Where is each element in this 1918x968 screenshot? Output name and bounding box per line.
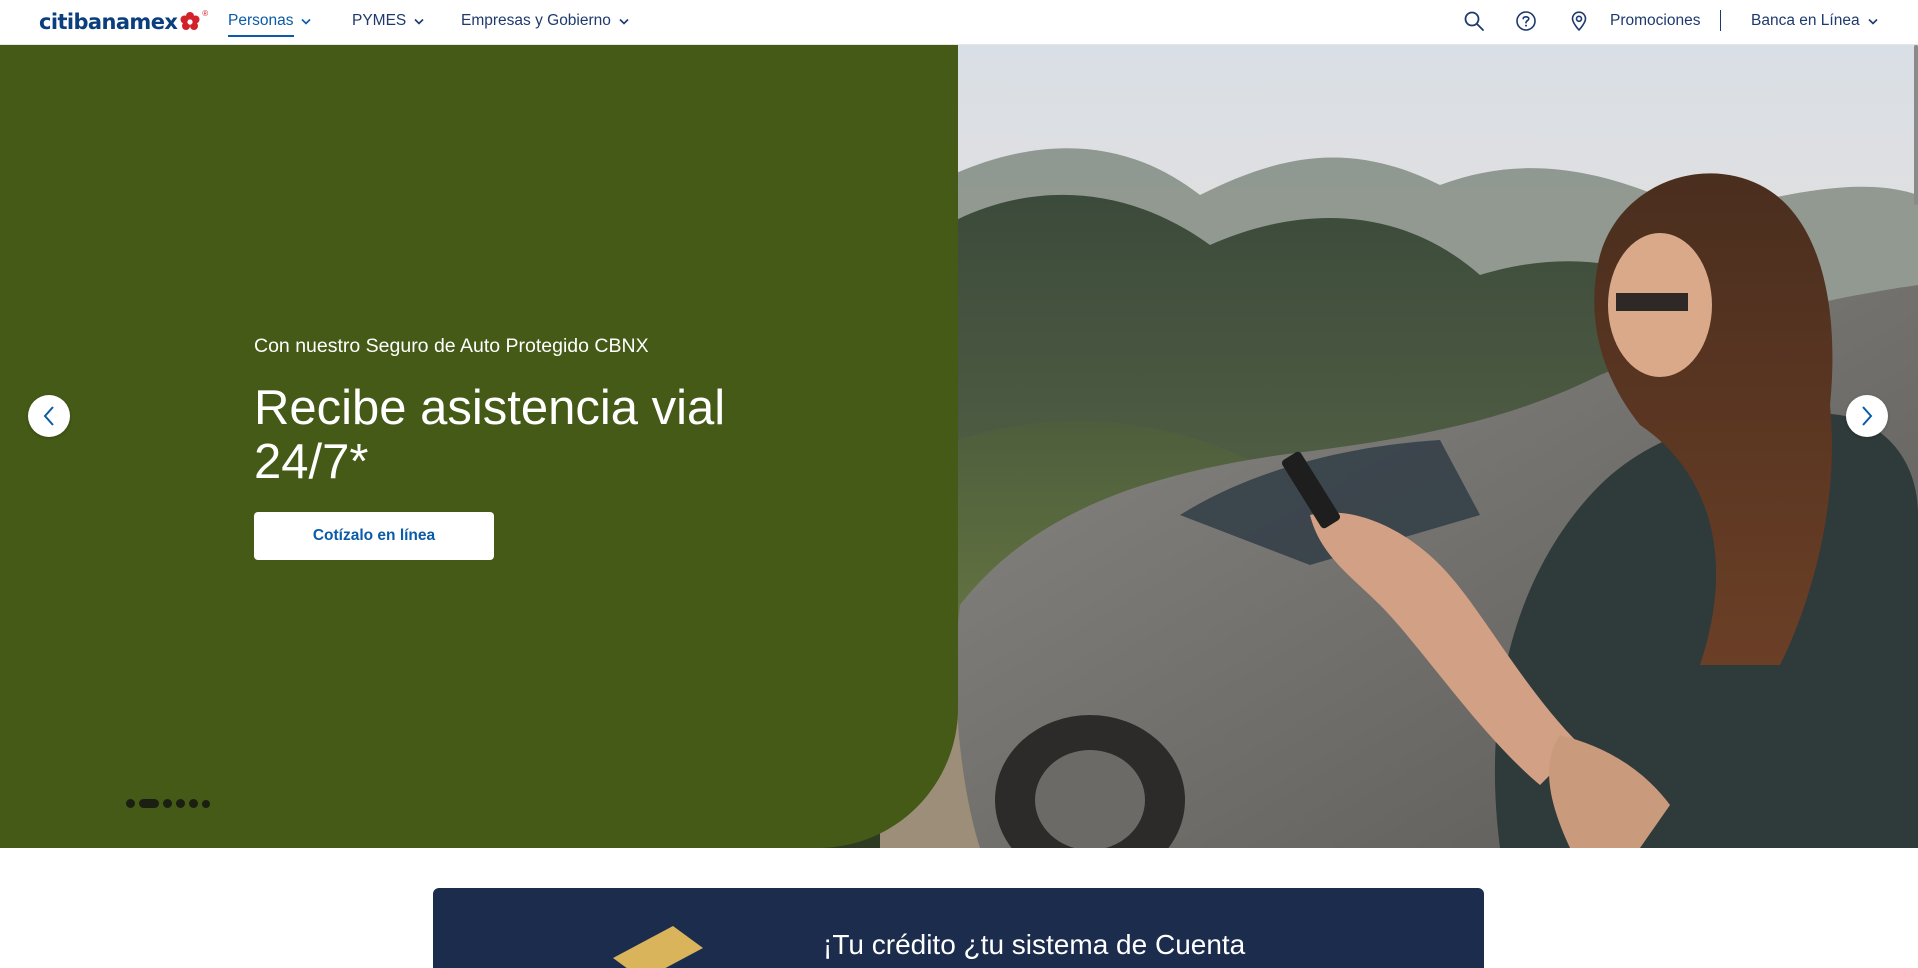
citibanamex-logo[interactable]: citibanamex ® — [39, 9, 208, 35]
banca-en-linea-menu[interactable]: Banca en Línea — [1751, 0, 1878, 42]
nav-divider — [1720, 10, 1721, 31]
carousel-dot[interactable] — [139, 799, 159, 808]
hero-title: Recibe asistencia vial 24/7* — [254, 381, 726, 489]
promo-title: ¡Tu crédito ¿tu sistema de Cuenta — [823, 929, 1246, 960]
carousel-next-button[interactable] — [1846, 395, 1888, 437]
carousel-dot[interactable] — [126, 799, 135, 808]
carousel-dot[interactable] — [163, 799, 172, 808]
search-icon[interactable] — [1463, 10, 1485, 32]
carousel-dot[interactable] — [189, 799, 198, 808]
banca-en-linea-label: Banca en Línea — [1751, 12, 1860, 29]
chevron-right-icon — [1862, 406, 1873, 426]
nav-empresas-label: Empresas y Gobierno — [461, 12, 611, 29]
help-circle-icon[interactable] — [1515, 10, 1537, 32]
map-pin-icon[interactable] — [1568, 10, 1590, 32]
top-navigation: citibanamex ® Personas PYMES Empresas y … — [0, 0, 1918, 45]
nav-empresas-gobierno[interactable]: Empresas y Gobierno — [461, 0, 629, 42]
carousel-indicators — [126, 799, 210, 808]
nav-pymes[interactable]: PYMES — [352, 0, 424, 42]
chevron-left-icon — [43, 406, 54, 426]
nav-personas[interactable]: Personas — [228, 0, 312, 42]
nav-pymes-label: PYMES — [352, 12, 407, 29]
credit-card-illustration-icon — [613, 926, 703, 968]
page-scrollbar[interactable] — [1914, 45, 1918, 205]
hero-kicker: Con nuestro Seguro de Auto Protegido CBN… — [254, 335, 649, 357]
carousel-prev-button[interactable] — [28, 395, 70, 437]
logo-flower-icon — [180, 12, 200, 30]
cotizalo-en-linea-button[interactable]: Cotízalo en línea — [254, 512, 494, 560]
hero-photo-woman-with-car — [880, 45, 1918, 848]
chevron-down-icon — [414, 18, 424, 25]
promo-card: ¡Tu crédito ¿tu sistema de Cuenta — [433, 888, 1484, 968]
logo-wordmark: citibanamex — [39, 10, 178, 34]
chevron-down-icon — [1868, 18, 1878, 25]
chevron-down-icon — [619, 18, 629, 25]
hero-carousel: Con nuestro Seguro de Auto Protegido CBN… — [0, 45, 1918, 848]
chevron-down-icon — [301, 18, 312, 25]
registered-mark: ® — [202, 8, 209, 18]
nav-personas-label: Personas — [228, 12, 294, 29]
carousel-dot[interactable] — [176, 799, 185, 808]
promociones-link[interactable]: Promociones — [1610, 0, 1700, 42]
carousel-dot[interactable] — [202, 799, 210, 808]
